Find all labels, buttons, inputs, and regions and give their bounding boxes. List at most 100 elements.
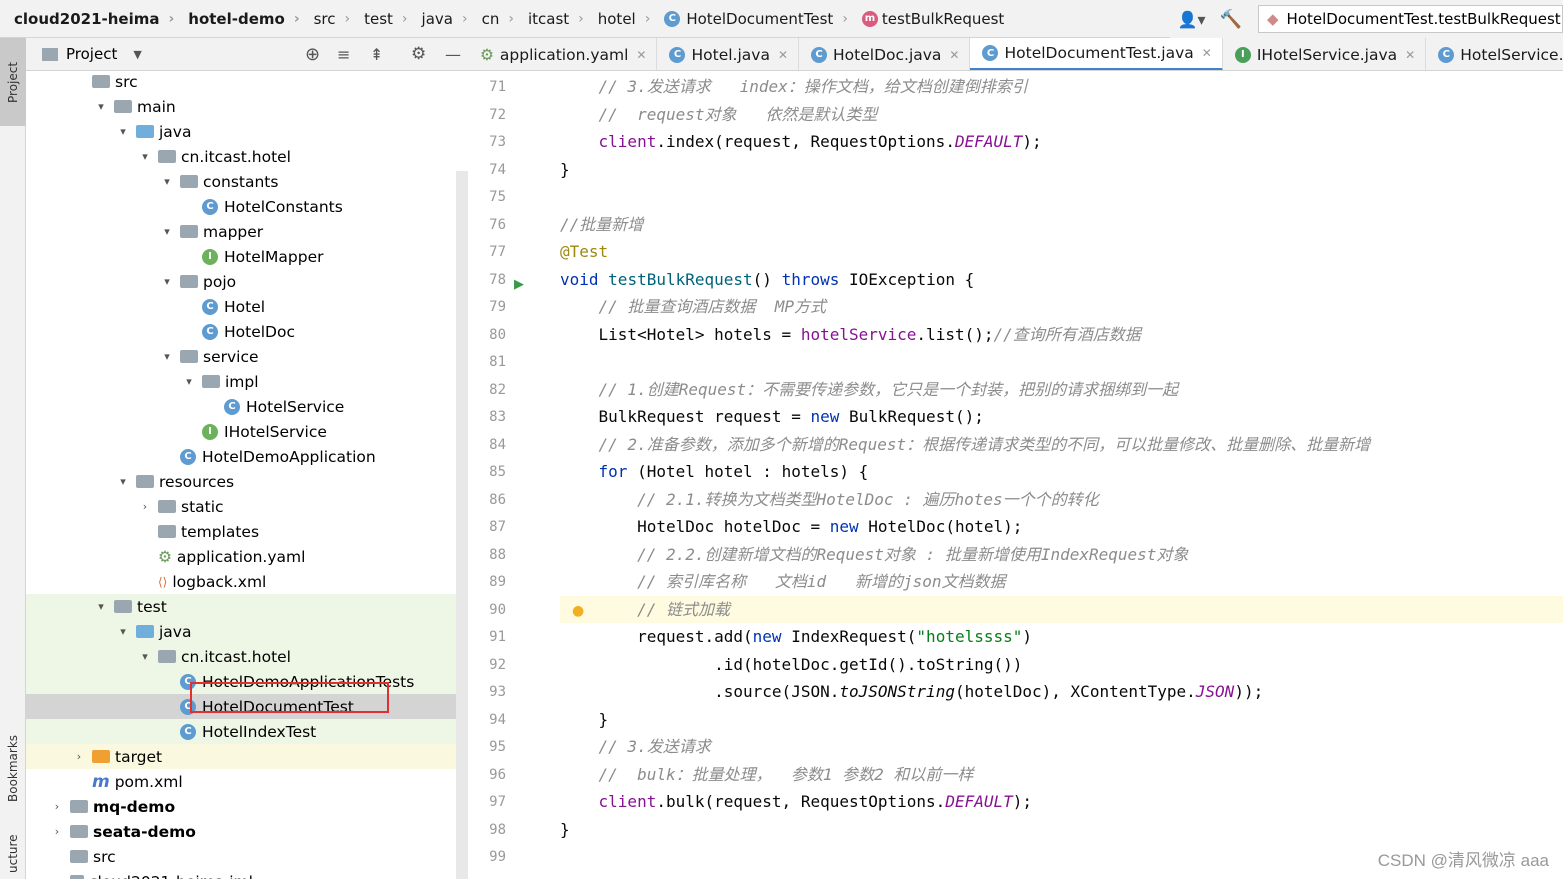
editor-tab[interactable]: C Hotel.java ✕ — [657, 38, 800, 70]
tree-item[interactable]: › target — [26, 744, 468, 769]
breadcrumb-item[interactable]: src › — [300, 10, 351, 28]
expand-arrow-icon[interactable]: ▾ — [160, 225, 174, 238]
code-line[interactable]: .source(JSON.toJSONString(hotelDoc), XCo… — [560, 678, 1263, 705]
expand-arrow-icon[interactable]: ▾ — [116, 625, 130, 638]
expand-arrow-icon[interactable]: ▾ — [160, 350, 174, 363]
expand-arrow-icon[interactable]: ▾ — [138, 150, 152, 163]
code-line[interactable]: // 批量查询酒店数据 MP方式 — [560, 293, 826, 320]
tree-item[interactable]: ⚙ application.yaml — [26, 544, 468, 569]
code-line[interactable]: .id(hotelDoc.getId().toString()) — [560, 651, 1022, 678]
tree-item[interactable]: ▾ main — [26, 94, 468, 119]
close-icon[interactable]: ✕ — [778, 48, 788, 62]
code-line[interactable]: // 2.1.转换为文档类型HotelDoc : 遍历hotes一个个的转化 — [560, 486, 1099, 513]
build-hammer-icon[interactable]: 🔨 — [1214, 9, 1248, 30]
collapse-all-icon[interactable]: ⇞ — [370, 45, 383, 64]
tree-item[interactable]: ▾ pojo — [26, 269, 468, 294]
breadcrumb-item[interactable]: cn › — [468, 10, 514, 28]
tree-item[interactable]: templates — [26, 519, 468, 544]
gear-icon[interactable]: ⚙ — [411, 44, 426, 64]
close-icon[interactable]: ✕ — [1202, 46, 1212, 60]
tree-item[interactable]: C HotelDemoApplication — [26, 444, 468, 469]
tree-item[interactable]: C HotelService — [26, 394, 468, 419]
breadcrumb-item[interactable]: hotel-demo › — [174, 10, 299, 28]
code-editor[interactable]: // 3.发送请求 index：操作文档，给文档创建倒排索引 // reques… — [560, 71, 1563, 879]
breadcrumb-item[interactable]: itcast › — [514, 10, 584, 28]
project-panel-title[interactable]: Project — [66, 45, 117, 63]
editor-tab[interactable]: I IHotelService.java ✕ — [1223, 38, 1427, 70]
tree-item[interactable]: ▾ constants — [26, 169, 468, 194]
code-line[interactable]: BulkRequest request = new BulkRequest(); — [560, 403, 984, 430]
tree-item[interactable]: ▾ mapper — [26, 219, 468, 244]
code-line[interactable]: for (Hotel hotel : hotels) { — [560, 458, 869, 485]
breadcrumb-item[interactable]: cloud2021-heima › — [0, 10, 174, 28]
locate-icon[interactable]: ⊕ — [305, 44, 320, 65]
expand-arrow-icon[interactable]: ▾ — [94, 600, 108, 613]
code-line[interactable]: // 3.发送请求 index：操作文档，给文档创建倒排索引 — [560, 73, 1028, 100]
tree-item[interactable]: › seata-demo — [26, 819, 468, 844]
code-line[interactable]: } — [560, 156, 570, 183]
code-line[interactable]: // bulk：批量处理， 参数1 参数2 和以前一样 — [560, 761, 974, 788]
editor-tab[interactable]: ⚙ application.yaml ✕ — [468, 38, 658, 70]
code-line[interactable]: @Test — [560, 238, 608, 265]
project-tool-tab[interactable]: Project — [0, 38, 26, 126]
run-test-icon[interactable]: ▶ — [514, 277, 524, 292]
code-line[interactable]: // 链式加载 — [560, 595, 1563, 623]
tree-item[interactable]: m pom.xml — [26, 769, 468, 794]
tree-item[interactable]: › mq-demo — [26, 794, 468, 819]
tree-scrollbar[interactable] — [456, 171, 468, 879]
code-line[interactable]: // 2.准备参数，添加多个新增的Request：根据传递请求类型的不同，可以批… — [560, 431, 1371, 458]
expand-arrow-icon[interactable]: ▾ — [94, 100, 108, 113]
code-line[interactable]: } — [560, 816, 570, 843]
code-line[interactable]: // 1.创建Request：不需要传递参数，它只是一个封装，把别的请求捆绑到一… — [560, 376, 1179, 403]
tree-item[interactable]: ⟨⟩ logback.xml — [26, 569, 468, 594]
breadcrumb-item[interactable]: hotel › — [584, 10, 651, 28]
lightbulb-icon[interactable]: ● — [572, 603, 584, 619]
tree-item[interactable]: I IHotelService — [26, 419, 468, 444]
expand-arrow-icon[interactable]: ▾ — [116, 475, 130, 488]
expand-arrow-icon[interactable]: ▾ — [160, 275, 174, 288]
hide-icon[interactable]: — — [445, 45, 461, 64]
code-line[interactable]: client.bulk(request, RequestOptions.DEFA… — [560, 788, 1032, 815]
tree-item[interactable]: src — [26, 71, 468, 94]
expand-arrow-icon[interactable]: › — [138, 500, 152, 513]
expand-arrow-icon[interactable]: ▾ — [138, 650, 152, 663]
bookmarks-tool-tab[interactable]: Bookmarks — [0, 718, 26, 818]
run-configuration-selector[interactable]: ◆ HotelDocumentTest.testBulkRequest — [1258, 5, 1563, 33]
tree-item[interactable]: C Hotel — [26, 294, 468, 319]
tree-item[interactable]: ▾ cn.itcast.hotel — [26, 144, 468, 169]
expand-arrow-icon[interactable]: ▾ — [182, 375, 196, 388]
expand-arrow-icon[interactable]: › — [72, 750, 86, 763]
code-line[interactable]: request.add(new IndexRequest("hotelssss"… — [560, 623, 1032, 650]
breadcrumb-item[interactable]: C HotelDocumentTest › — [650, 10, 848, 28]
code-line[interactable]: HotelDoc hotelDoc = new HotelDoc(hotel); — [560, 513, 1022, 540]
breadcrumb-item[interactable]: test › — [350, 10, 407, 28]
code-line[interactable]: void testBulkRequest() throws IOExceptio… — [560, 266, 974, 293]
code-line[interactable]: } — [560, 706, 609, 733]
code-line[interactable]: // 3.发送请求 — [560, 733, 711, 760]
tree-item[interactable]: ▾ resources — [26, 469, 468, 494]
tree-item[interactable]: ▾ test — [26, 594, 468, 619]
code-line[interactable]: //批量新增 — [560, 211, 643, 238]
tree-item[interactable]: I HotelMapper — [26, 244, 468, 269]
tree-item[interactable]: ▾ cn.itcast.hotel — [26, 644, 468, 669]
editor-tab[interactable]: CHotelService.java✕ — [1426, 38, 1563, 70]
expand-arrow-icon[interactable]: › — [50, 800, 64, 813]
tree-item[interactable]: › static — [26, 494, 468, 519]
expand-arrow-icon[interactable]: ▾ — [160, 175, 174, 188]
tree-item[interactable]: ▾ service — [26, 344, 468, 369]
tree-item[interactable]: C HotelConstants — [26, 194, 468, 219]
code-line[interactable]: // request对象 依然是默认类型 — [560, 101, 878, 128]
code-line[interactable]: List<Hotel> hotels = hotelService.list()… — [560, 321, 1141, 348]
editor-tab[interactable]: C HotelDocumentTest.java ✕ — [970, 38, 1223, 70]
expand-all-icon[interactable]: ≡ — [337, 45, 350, 64]
code-line[interactable]: // 索引库名称 文档id 新增的json文档数据 — [560, 568, 1006, 595]
tree-item[interactable]: C HotelIndexTest — [26, 719, 468, 744]
tree-item[interactable]: ▾ java — [26, 619, 468, 644]
tree-item[interactable]: src — [26, 844, 468, 869]
breadcrumb-item[interactable]: m testBulkRequest — [848, 10, 1004, 28]
tree-item[interactable]: cloud2021-heima.iml — [26, 869, 468, 879]
tree-item[interactable]: ▾ java — [26, 119, 468, 144]
code-line[interactable]: client.index(request, RequestOptions.DEF… — [560, 128, 1042, 155]
structure-tool-tab[interactable]: ucture — [0, 828, 26, 879]
user-icon[interactable]: 👤▾ — [1170, 10, 1214, 29]
